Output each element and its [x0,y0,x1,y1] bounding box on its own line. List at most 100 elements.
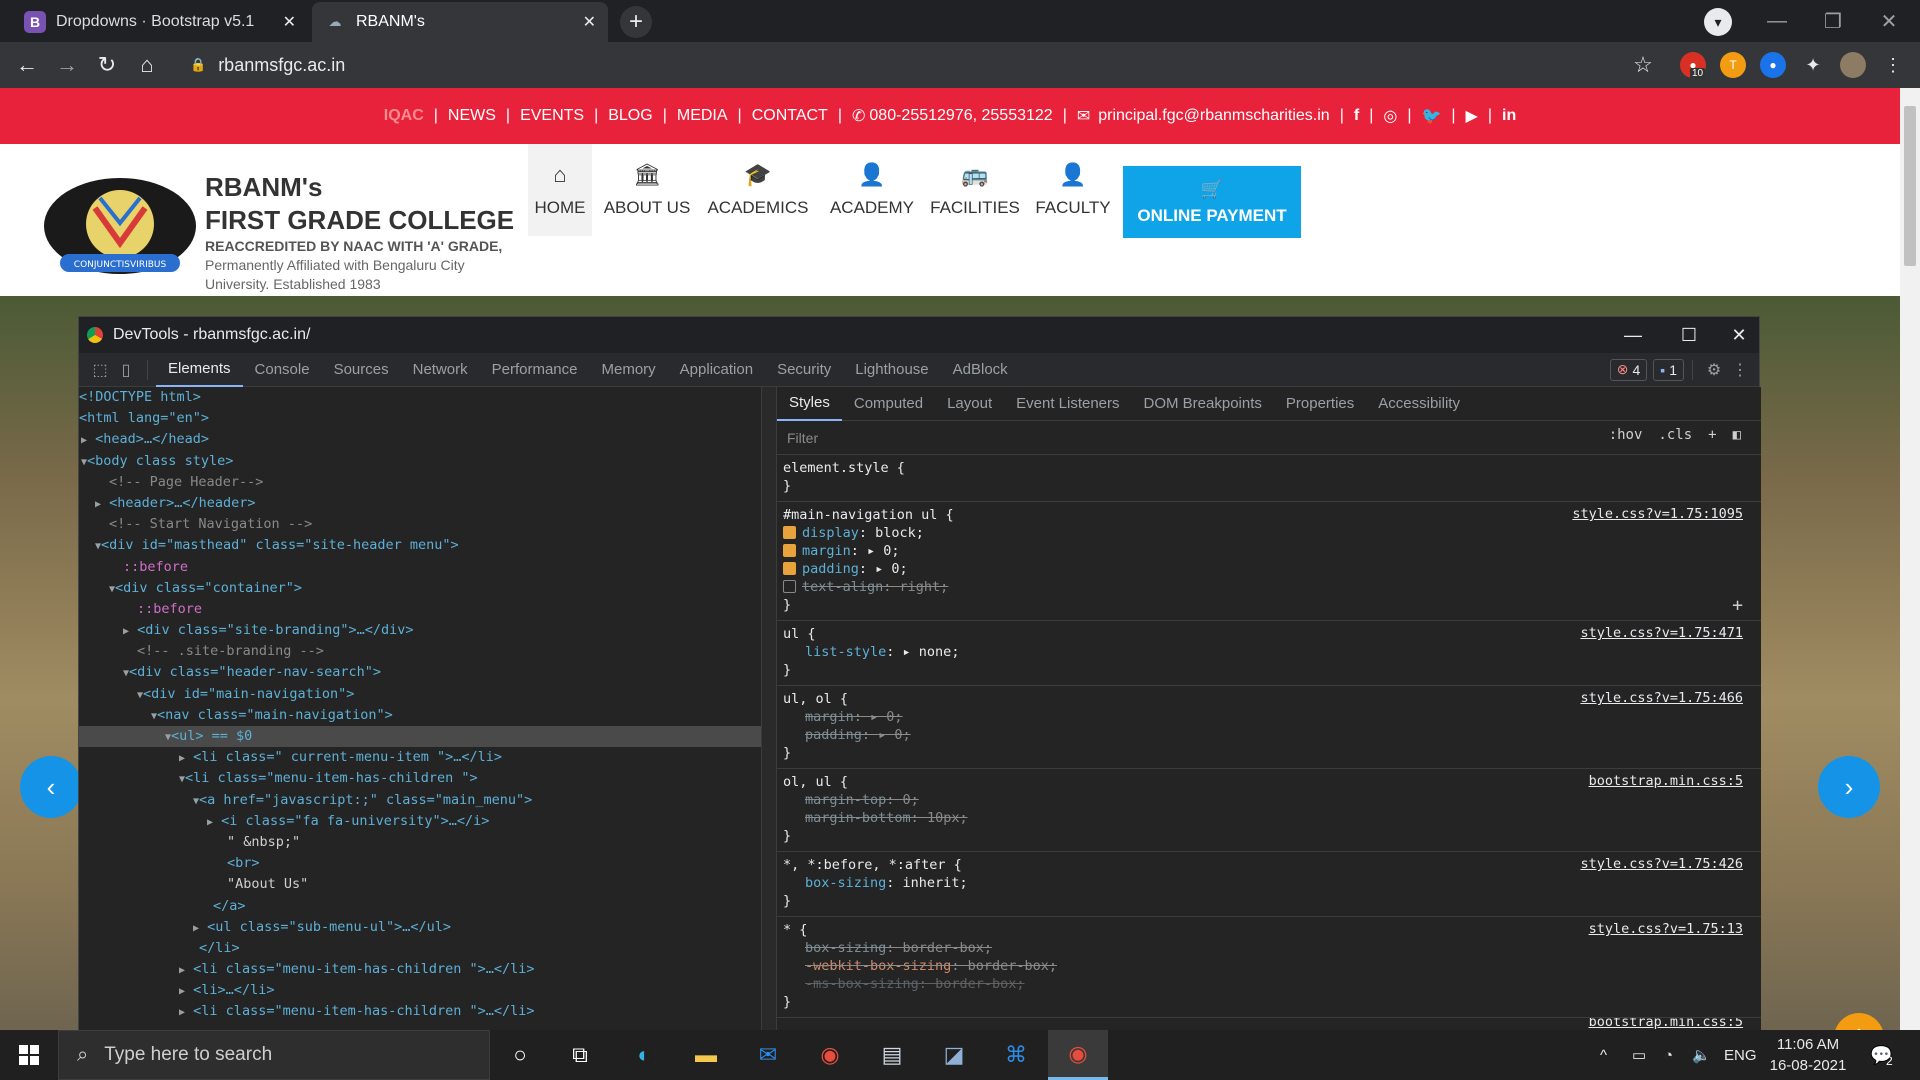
rule-source-link[interactable]: bootstrap.min.css:5 [1589,1018,1743,1030]
settings-gear-icon[interactable]: ⚙ [1701,357,1727,383]
wifi-icon[interactable]: ◔ [1664,1030,1673,1080]
college-logo[interactable]: CONJUNCTISVIRIBUS [40,168,200,278]
extensions-puzzle-icon[interactable]: ✦ [1800,52,1826,78]
tree-line[interactable]: <!DOCTYPE html> [79,387,761,408]
close-tab-icon[interactable]: ✕ [283,12,296,32]
tree-line[interactable]: ::before [79,599,761,620]
tab-computed[interactable]: Computed [842,387,935,421]
style-property[interactable]: margin-top: 0; [783,791,1743,809]
volume-icon[interactable]: 🔈 [1692,1030,1711,1080]
cls-toggle[interactable]: .cls [1658,427,1692,443]
style-rule[interactable]: style.css?v=1.75:426 *, *:before, *:afte… [777,852,1761,917]
tab-event-listeners[interactable]: Event Listeners [1004,387,1131,421]
minimize-icon[interactable]: — [1752,6,1802,36]
style-property[interactable]: margin: ▸ 0; [783,542,1743,560]
battery-icon[interactable]: ▭ [1632,1030,1646,1080]
topbar-contact-link[interactable]: CONTACT [752,107,828,125]
tree-line[interactable]: ▶ <ul class="sub-menu-ul">…</ul> [79,917,761,938]
tab-security[interactable]: Security [765,353,843,387]
linkedin-icon[interactable]: in [1502,107,1516,125]
page-scrollbar[interactable] [1900,88,1920,1030]
maximize-icon[interactable]: ☐ [1669,319,1709,351]
chrome-active-icon[interactable]: ◉ [1048,1030,1108,1080]
style-rule[interactable]: element.style { } [777,455,1761,502]
cortana-icon[interactable]: ○ [490,1030,550,1080]
tree-line[interactable]: ▼<div id="main-navigation"> [79,684,761,705]
style-property[interactable]: display: block; [783,524,1743,542]
property-checkbox[interactable] [783,562,796,575]
tree-line[interactable]: ▶ <li>…</li> [79,980,761,1001]
bookmark-star-icon[interactable]: ☆ [1626,48,1660,82]
rule-source-link[interactable]: style.css?v=1.75:426 [1580,856,1743,872]
task-view-icon[interactable]: ⧉ [550,1030,610,1080]
tab-elements[interactable]: Elements [156,353,243,387]
menu-kebab-icon[interactable]: ⋮ [1880,52,1906,78]
close-icon[interactable]: ✕ [1719,319,1759,351]
tree-line[interactable]: ▼<a href="javascript:;" class="main_menu… [79,790,761,811]
style-property[interactable]: margin: ▸ 0; [783,708,1743,726]
nav-home[interactable]: ⌂ HOME [528,144,592,236]
tab-network[interactable]: Network [401,353,480,387]
avatar[interactable] [1840,52,1866,78]
style-property[interactable]: box-sizing: border-box; [783,939,1743,957]
tree-line[interactable]: <!-- Start Navigation --> [79,514,761,535]
style-property[interactable]: -webkit-box-sizing: border-box; [783,957,1743,975]
tree-line[interactable]: ▶ <i class="fa fa-university">…</i> [79,811,761,832]
style-rule[interactable]: style.css?v=1.75:471 ul { list-style: ▸ … [777,621,1761,686]
new-rule-icon[interactable]: + [1708,427,1716,443]
tab-lighthouse[interactable]: Lighthouse [843,353,940,387]
vscode-icon[interactable]: ⌘ [986,1030,1046,1080]
youtube-icon[interactable]: ▶ [1466,106,1478,126]
tree-line[interactable]: ▶ <li class="menu-item-has-children ">…<… [79,959,761,980]
style-property[interactable]: padding: ▸ 0; [783,560,1743,578]
tab-sources[interactable]: Sources [322,353,401,387]
tab-styles[interactable]: Styles [777,387,842,421]
twitter-icon[interactable]: 🐦 [1421,106,1441,126]
toggle-sidebar-icon[interactable]: ◧ [1733,427,1741,443]
nav-about-us[interactable]: 🏛 ABOUT US [600,144,694,236]
tree-line[interactable]: ▼<nav class="main-navigation"> [79,705,761,726]
tree-line[interactable]: <!-- .site-branding --> [79,641,761,662]
tab-memory[interactable]: Memory [590,353,668,387]
show-hidden-icons[interactable]: ^ [1600,1030,1607,1080]
tree-line[interactable]: ::before [79,557,761,578]
tab-application[interactable]: Application [668,353,765,387]
add-property-icon[interactable]: + [1732,595,1743,616]
pane-splitter[interactable] [761,387,777,1031]
edge-icon[interactable]: ◐ [614,1030,674,1080]
style-rule[interactable]: style.css?v=1.75:1095 #main-navigation u… [777,502,1761,621]
tab-accessibility[interactable]: Accessibility [1366,387,1472,421]
inspect-element-icon[interactable]: ⬚ [87,357,113,383]
style-property[interactable]: text-align: right; [783,578,1743,596]
tree-line[interactable]: ▶ <header>…</header> [79,493,761,514]
tree-line[interactable]: "About Us" [79,874,761,895]
tree-line[interactable]: ▼<div id="masthead" class="site-header m… [79,535,761,556]
tree-line-selected[interactable]: ▼<ul> == $0 [79,726,761,748]
rule-source-link[interactable]: style.css?v=1.75:466 [1580,690,1743,706]
chrome-icon[interactable]: ◉ [800,1030,860,1080]
tree-line[interactable]: ▶ <li class=" current-menu-item ">…</li> [79,747,761,768]
taskbar-search-box[interactable]: ⌕ Type here to search [58,1030,490,1080]
property-checkbox[interactable] [783,580,796,593]
close-tab-icon[interactable]: ✕ [583,12,596,32]
mail-icon[interactable]: ✉ [738,1030,798,1080]
hov-toggle[interactable]: :hov [1609,427,1643,443]
tree-line[interactable]: ▼<div class="header-nav-search"> [79,662,761,683]
home-icon[interactable]: ⌂ [130,48,164,82]
tab-performance[interactable]: Performance [480,353,590,387]
app-icon[interactable]: ▤ [862,1030,922,1080]
tree-line[interactable]: " &nbsp;" [79,832,761,853]
elements-tree[interactable]: <!DOCTYPE html> <html lang="en"> ▶ <head… [79,387,761,1031]
scrollbar-thumb[interactable] [1904,106,1916,266]
tree-line[interactable]: ▶ <head>…</head> [79,429,761,450]
device-toolbar-icon[interactable]: ▯ [113,357,139,383]
tab-dom-breakpoints[interactable]: DOM Breakpoints [1132,387,1274,421]
forward-icon[interactable]: → [50,48,84,82]
tab-search-icon[interactable]: ▾ [1704,8,1732,36]
tree-line[interactable]: </a> [79,896,761,917]
style-property[interactable]: -ms-box-sizing: border-box; [783,975,1743,993]
tree-line[interactable]: <html lang="en"> [79,408,761,429]
tree-line[interactable]: ▼<li class="menu-item-has-children "> [79,768,761,789]
app-icon[interactable]: ◪ [924,1030,984,1080]
tree-line[interactable]: ▼<body class style> [79,451,761,472]
